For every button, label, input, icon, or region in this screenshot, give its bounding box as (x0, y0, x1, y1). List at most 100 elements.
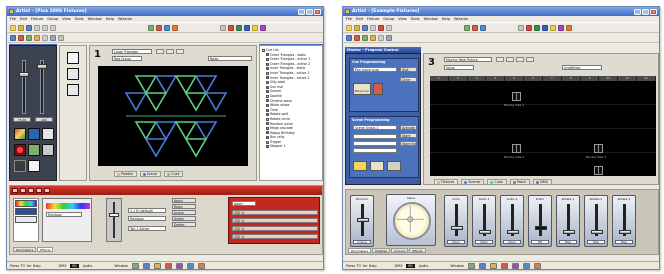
tab-cues[interactable]: Cues (164, 171, 184, 177)
color-picker-button[interactable] (14, 128, 26, 140)
tab-cues[interactable]: Cues (487, 179, 507, 185)
channel-knob[interactable] (619, 230, 631, 234)
palettes-icon[interactable] (511, 262, 519, 269)
tab-scene[interactable]: Scene (139, 171, 162, 177)
effect-param-2[interactable]: 100 % (232, 218, 318, 223)
scene-group-dropdown[interactable]: Scene Group 1 (353, 125, 397, 130)
cut-icon[interactable] (370, 24, 376, 31)
menu-help[interactable]: Help (442, 17, 450, 21)
title-bar[interactable]: Artist - [Example Fixtures] _ □ × (343, 7, 659, 16)
effect-icon[interactable] (42, 34, 48, 41)
fixture-moving-yoke-3[interactable] (594, 144, 603, 153)
red-icon[interactable] (228, 24, 234, 31)
scene-item-2[interactable] (353, 141, 397, 146)
minimize-icon[interactable]: _ (634, 8, 641, 15)
triangle-inner-4[interactable] (204, 92, 228, 112)
triangle-outer-5[interactable] (144, 138, 168, 158)
master-fader-knob[interactable] (19, 72, 29, 77)
channel-knob[interactable] (479, 230, 491, 234)
effect-param-1[interactable]: 100 % (232, 210, 318, 215)
effect-stop-icon[interactable] (44, 188, 50, 193)
fixture-moving-yoke-4[interactable] (594, 166, 603, 175)
tab-parameters[interactable]: Parameters (348, 248, 372, 253)
master-icon[interactable] (500, 262, 508, 269)
scene-store-button[interactable]: Store (400, 133, 417, 138)
minimize-icon[interactable]: _ (298, 8, 305, 15)
tool-3-button[interactable] (176, 49, 184, 54)
swatch-white[interactable] (15, 216, 37, 223)
swatch-rainbow[interactable] (15, 200, 37, 207)
fixture-moving-yoke-2[interactable] (512, 144, 521, 153)
channel-value[interactable]: Open (503, 240, 521, 244)
cursor-icon[interactable] (478, 262, 486, 269)
close-icon[interactable]: × (650, 8, 657, 15)
master-icon[interactable] (164, 262, 172, 269)
speed-slider[interactable] (106, 198, 122, 242)
maximize-icon[interactable]: □ (642, 8, 649, 15)
new-icon[interactable] (10, 24, 16, 31)
effect-mode-dropdown[interactable]: 1-1 B (default) (128, 208, 166, 213)
navigator-icon[interactable] (489, 262, 497, 269)
maximize-icon[interactable]: □ (306, 8, 313, 15)
menu-wizards[interactable]: Wizards (118, 17, 132, 21)
scene-clear-button[interactable] (387, 161, 401, 171)
tab-effects[interactable]: Effects (37, 247, 54, 252)
tool-3-button[interactable] (516, 57, 524, 62)
scene-store-ext-button[interactable]: Store Ext. (400, 141, 417, 146)
go-button[interactable] (28, 144, 40, 156)
tab-dmx[interactable]: DMX (533, 179, 552, 185)
green-icon[interactable] (236, 24, 242, 31)
channel-knob[interactable] (563, 230, 575, 234)
menu-fixture[interactable]: Fixture (31, 17, 43, 21)
value-dropdown[interactable]: Value (444, 65, 474, 70)
fx-icon[interactable] (172, 24, 178, 31)
scene-item-3[interactable] (353, 148, 397, 153)
cursor-icon[interactable] (142, 262, 150, 269)
grid-icon[interactable] (518, 24, 524, 31)
effect-icon[interactable] (378, 34, 384, 41)
clear-button[interactable] (42, 128, 54, 140)
pointer-icon[interactable] (50, 34, 56, 41)
cut-icon[interactable] (34, 24, 40, 31)
triangle-inner-5[interactable] (134, 121, 158, 141)
select-tool-button[interactable] (67, 52, 79, 64)
effect-delete-button[interactable]: Delete (172, 222, 196, 227)
tool-4-button[interactable] (526, 57, 534, 62)
blue-icon[interactable] (244, 24, 250, 31)
tab-palettes[interactable]: Palettes (372, 248, 391, 253)
group-icon[interactable] (354, 34, 360, 41)
effect-active-button[interactable]: Active (172, 210, 196, 215)
triangle-inner-1[interactable] (124, 92, 148, 112)
tool-1-button[interactable] (156, 49, 164, 54)
tool-2-button[interactable] (506, 57, 514, 62)
menu-edit[interactable]: Edit (20, 17, 27, 21)
channel-value[interactable]: Cosine (353, 240, 371, 244)
group-icon[interactable] (18, 34, 24, 41)
cue-icon[interactable] (370, 34, 376, 41)
menu-help[interactable]: Help (106, 17, 114, 21)
blue-icon[interactable] (542, 24, 548, 31)
channel-value[interactable]: Stop (559, 240, 577, 244)
record-button[interactable] (14, 144, 26, 156)
delete-icon[interactable] (378, 24, 384, 31)
scene-activate-button[interactable]: Activate (400, 125, 417, 130)
effect-name-field[interactable]: Rainbow (128, 216, 166, 221)
orange-icon[interactable] (566, 24, 572, 31)
channel-knob[interactable] (357, 218, 369, 222)
fixture-type-dropdown[interactable]: Moving Yoke Fixture (444, 57, 492, 62)
tab-patch[interactable]: Patch (509, 179, 531, 185)
effect-type-dropdown[interactable]: Rainbow (46, 212, 82, 217)
triangle-outer-4[interactable] (194, 75, 218, 95)
tab-fixtures[interactable]: Fixtures (434, 179, 459, 185)
channel-knob[interactable] (591, 230, 603, 234)
menu-group[interactable]: Group (383, 17, 394, 21)
move-cue-button[interactable]: Move Cue (353, 83, 371, 95)
cue-dist-button[interactable]: Dist. (400, 67, 417, 72)
yellow-icon[interactable] (252, 24, 258, 31)
red-icon[interactable] (526, 24, 532, 31)
cue-clear-button[interactable]: Clear (400, 77, 417, 82)
channel-value[interactable]: Off (531, 240, 549, 244)
menu-group[interactable]: Group (47, 17, 58, 21)
stop-button[interactable] (42, 144, 54, 156)
tool-2-button[interactable] (166, 49, 174, 54)
